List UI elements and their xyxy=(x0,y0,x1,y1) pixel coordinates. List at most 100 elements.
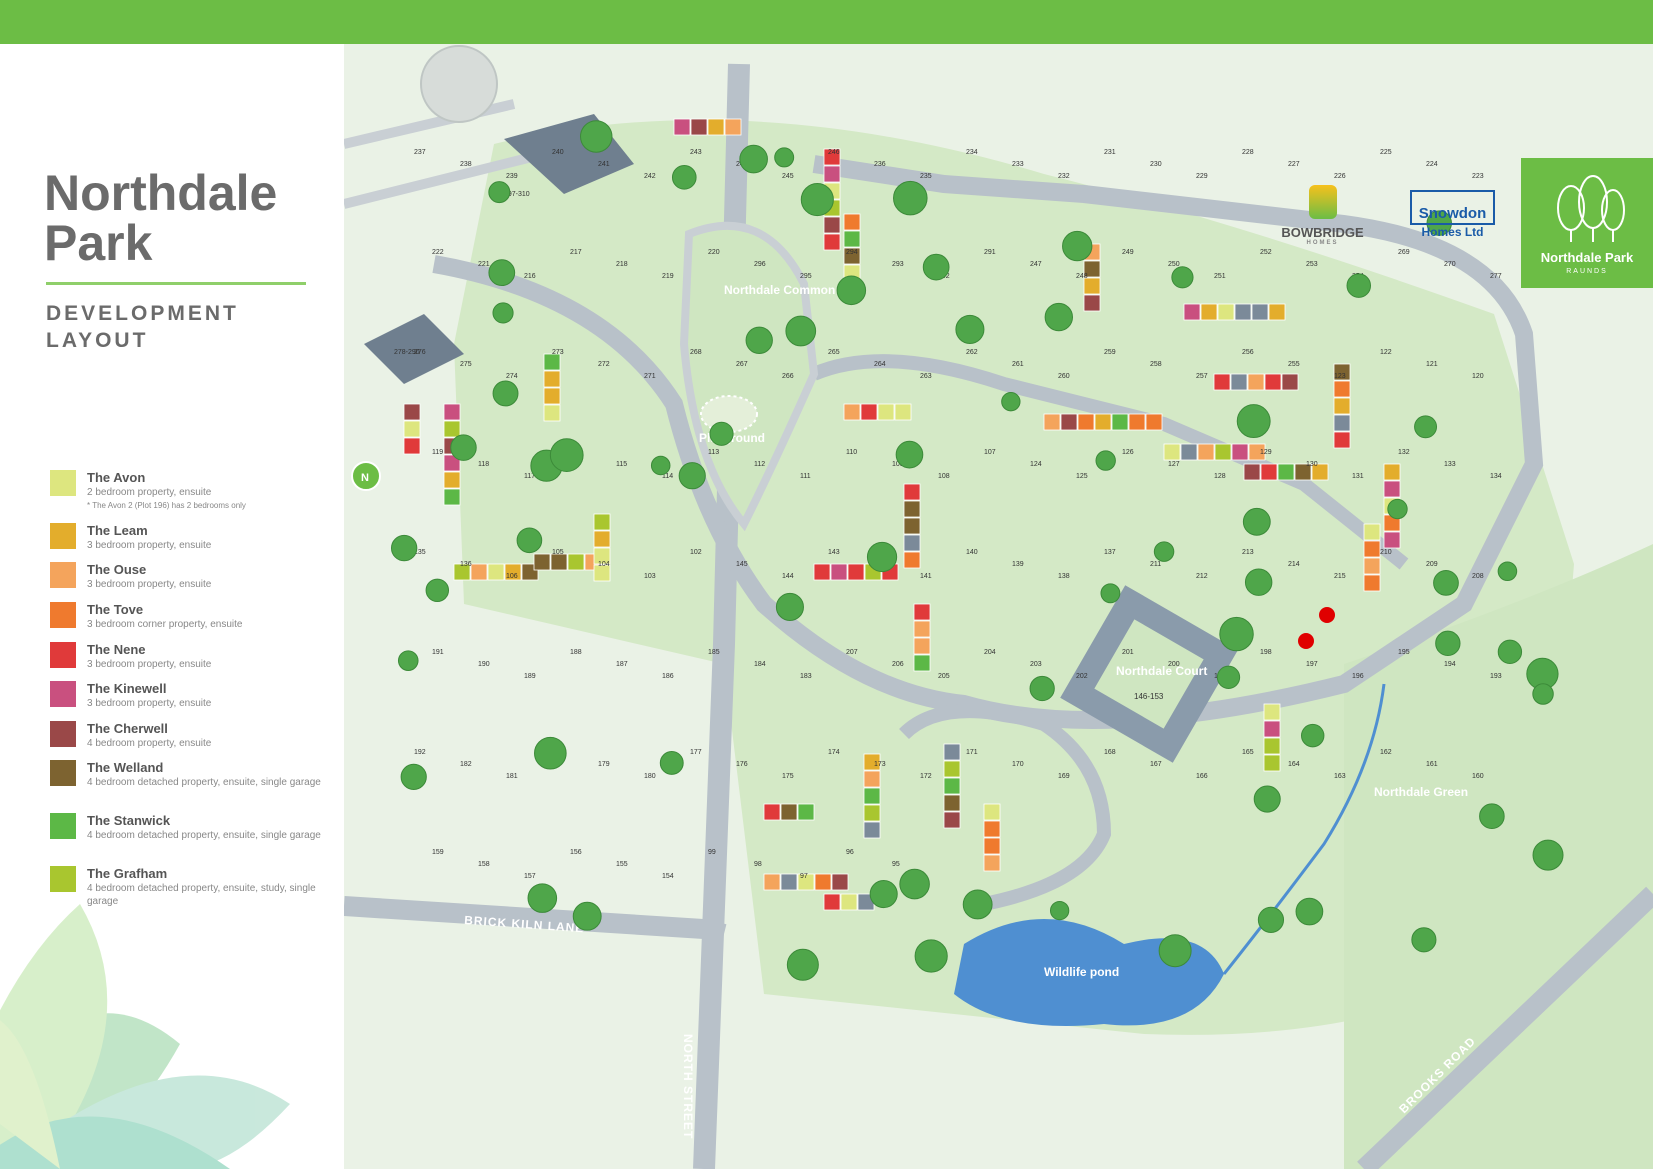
plot-number: 230 xyxy=(1150,161,1162,168)
legend-name: The Leam xyxy=(87,523,148,538)
tree xyxy=(1044,302,1074,332)
plot-number: 111 xyxy=(800,473,811,480)
house-block xyxy=(983,803,1001,821)
plot-number: 185 xyxy=(708,649,720,656)
plot-number: 137 xyxy=(1104,549,1116,556)
plot-number: 173 xyxy=(874,761,886,768)
tree xyxy=(397,650,419,671)
marker-dot xyxy=(1298,633,1314,649)
plot-number: 273 xyxy=(552,349,564,356)
tree xyxy=(1301,723,1325,748)
house-block xyxy=(1060,413,1078,431)
plot-number: 251 xyxy=(1214,273,1226,280)
tree xyxy=(774,147,795,168)
legend-name: The Grafham xyxy=(87,866,168,881)
house-block xyxy=(877,403,895,421)
house-block xyxy=(1111,413,1129,431)
house-block xyxy=(943,777,961,795)
plot-number: 95 xyxy=(892,861,900,868)
plot-number: 182 xyxy=(460,761,472,768)
plot-number: 275 xyxy=(460,361,472,368)
house-block xyxy=(470,563,488,581)
house-block xyxy=(707,118,725,136)
plot-number: 121 xyxy=(1426,361,1438,368)
plot-number: 222 xyxy=(432,249,444,256)
area-label-common: Northdale Common xyxy=(724,283,835,297)
plot-number: 127 xyxy=(1168,461,1180,468)
plot-number: 97 xyxy=(800,873,808,880)
plot-number: 122 xyxy=(1380,349,1392,356)
house-block xyxy=(943,760,961,778)
plot-number: 224 xyxy=(1426,161,1438,168)
house-block xyxy=(823,165,841,183)
legend-name: The Tove xyxy=(87,602,144,617)
plot-number: 260 xyxy=(1058,373,1070,380)
plot-number: 192 xyxy=(414,749,426,756)
house-block xyxy=(847,563,865,581)
house-block xyxy=(1333,397,1351,415)
compass-icon: N xyxy=(351,461,381,491)
plot-number: 215 xyxy=(1334,573,1346,580)
tree xyxy=(516,527,543,554)
house-block xyxy=(780,803,798,821)
plot-number: 269 xyxy=(1398,249,1410,256)
plot-number: 243 xyxy=(690,149,702,156)
plot-number: 129 xyxy=(1260,449,1272,456)
bowbridge-name: BOWBRIDGE xyxy=(1281,225,1364,240)
plot-number: 139 xyxy=(1012,561,1024,568)
plot-number: 267 xyxy=(736,361,748,368)
tree xyxy=(962,889,993,920)
plot-number: 130 xyxy=(1306,461,1318,468)
house-block xyxy=(443,420,461,438)
plot-number: 144 xyxy=(782,573,794,580)
tree xyxy=(1153,541,1175,562)
tree xyxy=(709,421,734,446)
plot-number: 98 xyxy=(754,861,762,868)
tree xyxy=(1411,927,1437,953)
plot-number: 175 xyxy=(782,773,794,780)
house-block xyxy=(403,437,421,455)
plot-number: 226 xyxy=(1334,173,1346,180)
house-block xyxy=(983,837,1001,855)
plot-number: 186 xyxy=(662,673,674,680)
house-block xyxy=(1247,373,1265,391)
house-block xyxy=(543,387,561,405)
plot-number: 211 xyxy=(1150,561,1161,568)
plot-number: 187 xyxy=(616,661,628,668)
tree xyxy=(893,180,928,216)
plot-number: 210 xyxy=(1380,549,1392,556)
tree xyxy=(1532,839,1564,871)
tree xyxy=(492,380,519,407)
plot-number: 180 xyxy=(644,773,656,780)
plot-number: 154 xyxy=(662,873,674,880)
legend-swatch xyxy=(50,523,76,549)
legend-name: The Avon xyxy=(87,470,146,485)
house-block xyxy=(1128,413,1146,431)
house-block xyxy=(813,563,831,581)
legend-swatch xyxy=(50,866,76,892)
house-block xyxy=(1281,373,1299,391)
plot-number: 164 xyxy=(1288,761,1300,768)
house-block xyxy=(593,513,611,531)
plot-number: 209 xyxy=(1426,561,1438,568)
tree xyxy=(1387,498,1408,520)
plot-number: 259 xyxy=(1104,349,1116,356)
tree xyxy=(899,868,930,900)
tree xyxy=(739,144,768,174)
house-block xyxy=(943,794,961,812)
house-block xyxy=(1145,413,1163,431)
house-block xyxy=(1264,373,1282,391)
house-block xyxy=(550,553,568,571)
plot-number: 167 xyxy=(1150,761,1162,768)
plot-number: 208 xyxy=(1472,573,1484,580)
house-block xyxy=(1263,720,1281,738)
subtitle-line2: LAYOUT xyxy=(46,329,149,352)
plot-number: 235 xyxy=(920,173,932,180)
house-block xyxy=(913,637,931,655)
house-block xyxy=(1214,443,1232,461)
plot-number: 238 xyxy=(460,161,472,168)
plot-number: 265 xyxy=(828,349,840,356)
legend-note: * The Avon 2 (Plot 196) has 2 bedrooms o… xyxy=(87,501,246,510)
plot-number: 236 xyxy=(874,161,886,168)
tree xyxy=(1414,415,1438,439)
